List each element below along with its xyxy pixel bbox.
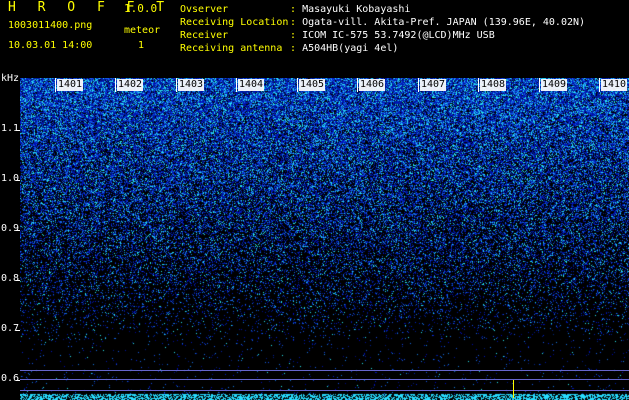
time-tick: 1410 [601, 79, 628, 91]
time-tick: 1409 [541, 79, 568, 91]
antenna-label: Receiving antenna [180, 43, 283, 54]
frequency-tick: 1.0 [1, 173, 20, 184]
time-tick: 1403 [178, 79, 205, 91]
time-tick: 1407 [420, 79, 447, 91]
time-tick-mark [55, 78, 56, 92]
frequency-tick: 0.7 [1, 323, 20, 334]
time-tick: 1406 [359, 79, 386, 91]
frequency-tick: 0.8 [1, 273, 20, 284]
time-tick-mark [357, 78, 358, 92]
frequency-tick-mark [16, 130, 20, 131]
frequency-unit-label: kHz [1, 73, 20, 84]
station-field-labels: Ovserver Receiving Location Receiver Rec… [180, 3, 288, 55]
receiver-label: Receiver [180, 30, 229, 41]
time-tick-mark [176, 78, 177, 92]
time-tick-mark [539, 78, 540, 92]
antenna-value: A504HB(yagi 4el) [302, 43, 399, 54]
spectrogram-noise-field [20, 78, 629, 400]
frequency-tick-mark [16, 230, 20, 231]
observer-label: Ovserver [180, 4, 229, 15]
receiver-value: ICOM IC-575 53.7492(@LCD)MHz USB [302, 30, 495, 41]
frequency-tick: 0.9 [1, 223, 20, 234]
meteor-label: meteor [124, 25, 161, 36]
header-panel: H R O F F T 1.0.0 1003011400.png 10.03.0… [0, 0, 629, 76]
field-separator: : [290, 4, 297, 15]
time-tick-mark [418, 78, 419, 92]
frequency-tick-mark [16, 380, 20, 381]
meteor-count: 1 [138, 40, 145, 51]
time-tick: 1401 [57, 79, 84, 91]
observer-value: Masayuki Kobayashi [302, 4, 411, 15]
field-separator: : [290, 43, 297, 54]
frequency-tick: 1.1 [1, 123, 20, 134]
frequency-tick-mark [16, 180, 20, 181]
datetime-label: 10.03.01 14:00 [8, 40, 93, 51]
reference-line-upper [20, 370, 629, 371]
time-axis: 1401 1402 1403 1404 1405 1406 1407 1408 … [20, 78, 629, 92]
meteor-echo-trace [513, 380, 514, 398]
time-tick: 1402 [117, 79, 144, 91]
time-tick-mark [297, 78, 298, 92]
field-separator: : [290, 30, 297, 41]
reference-line-lower [20, 390, 629, 391]
reference-line-middle [20, 379, 629, 380]
location-label: Receiving Location [180, 17, 289, 28]
frequency-tick: 0.6 [1, 373, 20, 384]
time-tick-mark [115, 78, 116, 92]
time-tick-mark [599, 78, 600, 92]
field-separator: : [290, 17, 297, 28]
time-tick-mark [236, 78, 237, 92]
filename-label: 1003011400.png [8, 20, 93, 31]
frequency-tick-mark [16, 280, 20, 281]
time-tick: 1408 [480, 79, 507, 91]
time-tick-mark [478, 78, 479, 92]
spectrogram-canvas [20, 78, 629, 400]
time-tick: 1405 [299, 79, 326, 91]
station-field-values: : Masayuki Kobayashi : Ogata-vill. Akita… [290, 3, 585, 55]
time-tick: 1404 [238, 79, 265, 91]
frequency-axis: kHz 1.1 1.0 0.9 0.8 0.7 0.6 [0, 70, 20, 400]
location-value: Ogata-vill. Akita-Pref. JAPAN (139.96E, … [302, 17, 586, 28]
frequency-tick-mark [16, 330, 20, 331]
app-version: 1.0.0 [124, 2, 158, 15]
